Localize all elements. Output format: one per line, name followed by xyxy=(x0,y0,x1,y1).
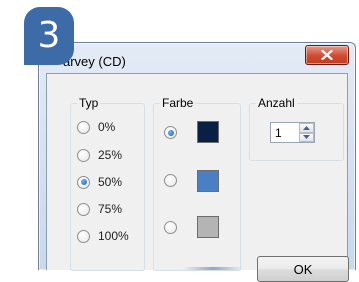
radio-selected-dot xyxy=(167,129,174,136)
typ-option-label: 0% xyxy=(98,120,116,134)
typ-radio-0[interactable] xyxy=(77,120,90,134)
typ-group: Typ 0% 25% 50% 75% 100% xyxy=(70,96,145,271)
color-swatch-gray[interactable] xyxy=(197,216,219,238)
typ-option-label: 25% xyxy=(98,148,123,162)
farbe-option-gray[interactable] xyxy=(164,221,177,234)
color-swatch-blue[interactable] xyxy=(197,170,219,192)
typ-radio-75[interactable] xyxy=(77,202,90,216)
spin-down-button[interactable] xyxy=(299,132,314,142)
spin-buttons xyxy=(299,123,314,142)
typ-radio-25[interactable] xyxy=(77,148,90,162)
arrow-up-icon xyxy=(303,125,310,130)
typ-radio-100[interactable] xyxy=(77,229,90,243)
spin-up-button[interactable] xyxy=(299,123,314,133)
step-number-badge: 3 xyxy=(24,7,74,65)
anzahl-value[interactable]: 1 xyxy=(275,126,282,140)
typ-option-label: 100% xyxy=(98,229,129,243)
step-number: 3 xyxy=(37,15,61,56)
farbe-group: Farbe xyxy=(153,96,241,271)
arrow-down-icon xyxy=(303,135,310,140)
farbe-option-dark-blue[interactable] xyxy=(164,126,177,139)
radio-selected-dot xyxy=(80,179,87,185)
typ-option-50[interactable]: 50% xyxy=(77,175,122,189)
typ-option-100[interactable]: 100% xyxy=(77,229,129,243)
ok-button-label: OK xyxy=(293,261,313,277)
farbe-radio-dark-blue[interactable] xyxy=(164,126,177,139)
ok-button[interactable]: OK xyxy=(257,256,349,282)
anzahl-group: Anzahl 1 xyxy=(249,96,344,161)
typ-option-label: 75% xyxy=(98,202,123,216)
typ-option-25[interactable]: 25% xyxy=(77,148,122,162)
typ-option-label: 50% xyxy=(98,175,123,189)
farbe-option-blue[interactable] xyxy=(164,174,177,187)
typ-group-label: Typ xyxy=(77,96,101,110)
close-button[interactable] xyxy=(305,45,349,65)
close-x-icon xyxy=(321,50,333,60)
typ-option-75[interactable]: 75% xyxy=(77,202,122,216)
typ-option-0[interactable]: 0% xyxy=(77,120,115,134)
color-swatch-dark-blue[interactable] xyxy=(197,121,219,143)
farbe-group-label: Farbe xyxy=(160,96,196,110)
dialog-window: arvey (CD) Typ 0% 25% 50% 75% 100% Farbe… xyxy=(38,42,356,282)
window-title: arvey (CD) xyxy=(63,54,126,69)
typ-radio-50[interactable] xyxy=(77,175,90,189)
title-bar[interactable]: arvey (CD) xyxy=(39,43,355,73)
farbe-radio-blue[interactable] xyxy=(164,174,177,187)
dialog-client-area: Typ 0% 25% 50% 75% 100% Farbe Anzahl 1 O… xyxy=(46,73,349,282)
farbe-radio-gray[interactable] xyxy=(164,221,177,234)
anzahl-spin-field[interactable]: 1 xyxy=(270,122,315,143)
anzahl-group-label: Anzahl xyxy=(256,96,297,110)
